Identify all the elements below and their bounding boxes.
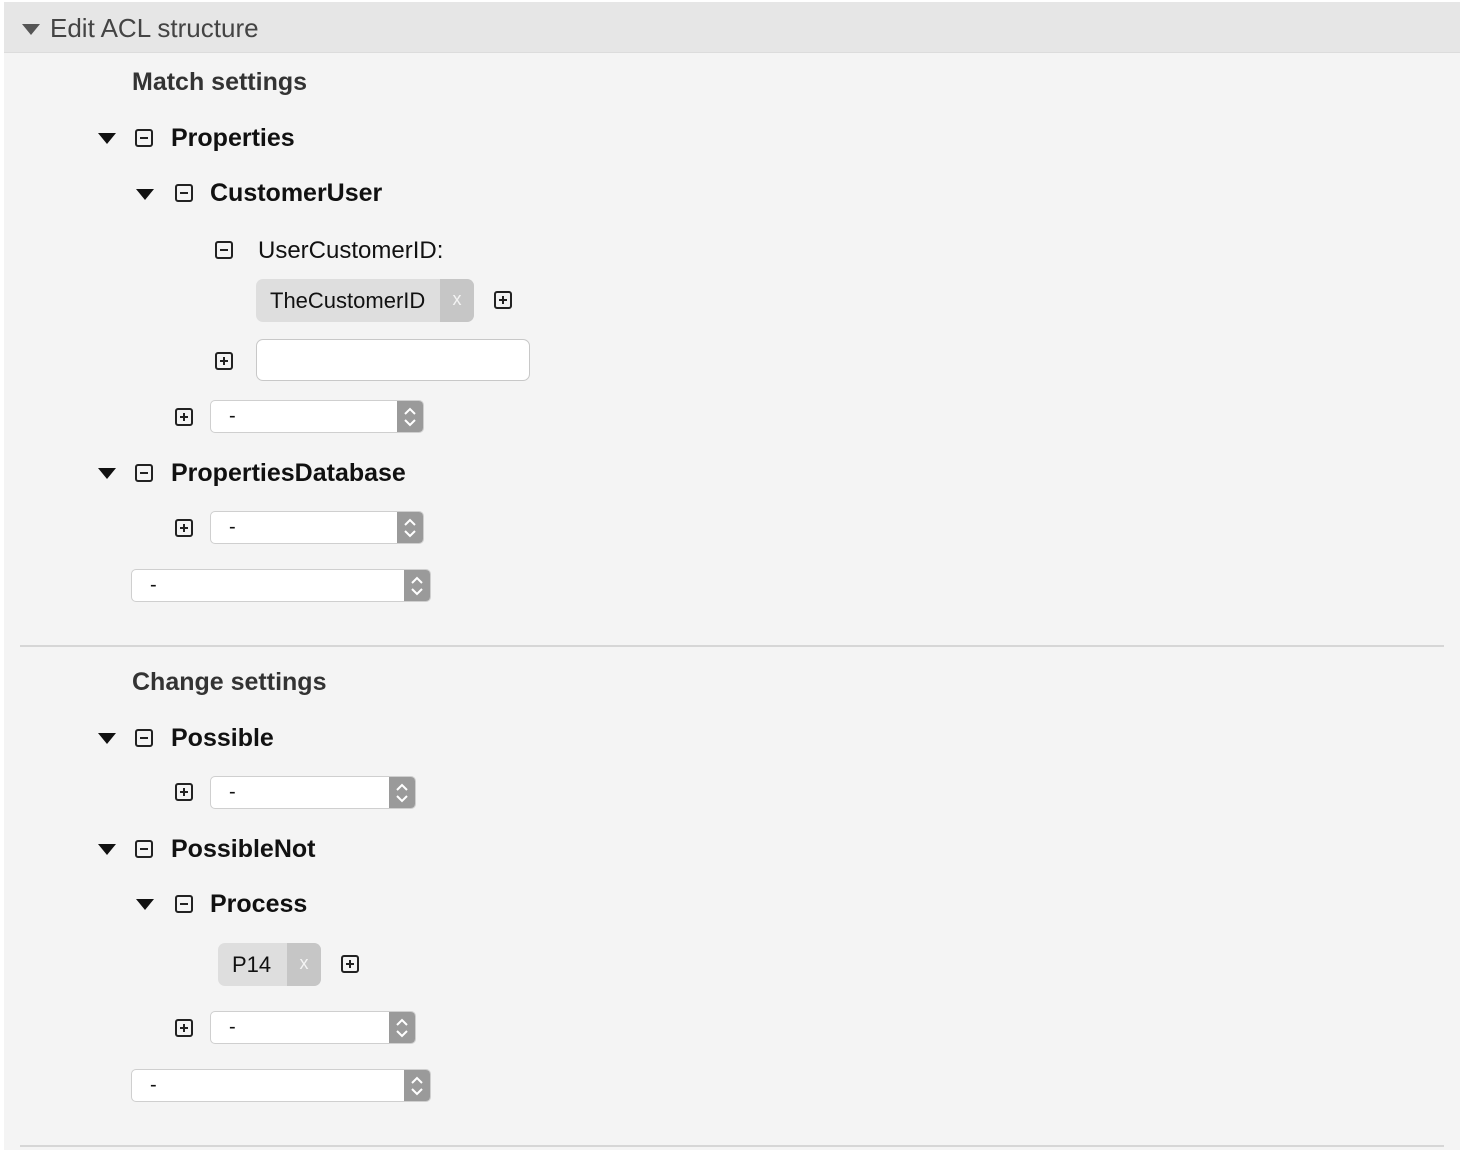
acl-structure-panel: Edit ACL structure Match settings Proper… bbox=[4, 2, 1460, 1150]
possiblenot-remove-icon[interactable] bbox=[135, 840, 153, 858]
change-section-select[interactable]: - bbox=[131, 1069, 431, 1102]
process-collapse-triangle-icon[interactable] bbox=[136, 899, 154, 910]
change-settings-title: Change settings bbox=[132, 668, 327, 696]
customeruser-collapse-triangle-icon[interactable] bbox=[136, 189, 154, 200]
collapse-triangle-icon[interactable] bbox=[22, 24, 40, 35]
value-tag-thecustomerid: TheCustomerID x bbox=[256, 279, 474, 322]
select-value: - bbox=[229, 1016, 236, 1038]
tag-remove-button[interactable]: x bbox=[440, 279, 474, 322]
usercustomerid-label: UserCustomerID: bbox=[258, 237, 444, 264]
select-value: - bbox=[229, 781, 236, 803]
add-element-icon[interactable] bbox=[175, 1019, 193, 1037]
add-element-icon[interactable] bbox=[175, 783, 193, 801]
match-settings-title: Match settings bbox=[132, 68, 308, 96]
possiblenot-collapse-triangle-icon[interactable] bbox=[98, 844, 116, 855]
propertiesdatabase-collapse-triangle-icon[interactable] bbox=[98, 468, 116, 479]
value-tag-p14: P14 x bbox=[218, 943, 321, 986]
customeruser-remove-icon[interactable] bbox=[175, 184, 193, 202]
select-arrows-icon bbox=[397, 401, 423, 432]
properties-collapse-triangle-icon[interactable] bbox=[98, 133, 116, 144]
tag-remove-button[interactable]: x bbox=[287, 943, 321, 986]
possiblenot-label: PossibleNot bbox=[171, 835, 316, 863]
possible-label: Possible bbox=[171, 724, 274, 752]
select-value: - bbox=[229, 405, 236, 427]
new-value-input[interactable] bbox=[256, 339, 530, 381]
propertiesdatabase-element-select[interactable]: - bbox=[210, 511, 424, 544]
match-section-select[interactable]: - bbox=[131, 569, 431, 602]
possible-remove-icon[interactable] bbox=[135, 729, 153, 747]
customeruser-label: CustomerUser bbox=[210, 179, 383, 207]
section-divider bbox=[20, 1145, 1444, 1147]
possiblenot-element-select[interactable]: - bbox=[210, 1011, 416, 1044]
usercustomerid-remove-icon[interactable] bbox=[215, 241, 233, 259]
add-value-icon[interactable] bbox=[341, 955, 359, 973]
propertiesdatabase-label: PropertiesDatabase bbox=[171, 459, 406, 487]
customeruser-element-select[interactable]: - bbox=[210, 400, 424, 433]
add-value-icon[interactable] bbox=[494, 291, 512, 309]
select-arrows-icon bbox=[404, 1070, 430, 1101]
select-value: - bbox=[150, 574, 157, 596]
panel-title: Edit ACL structure bbox=[50, 13, 259, 43]
properties-label: Properties bbox=[171, 124, 295, 152]
add-element-icon[interactable] bbox=[175, 519, 193, 537]
select-value: - bbox=[229, 516, 236, 538]
add-element-icon[interactable] bbox=[175, 408, 193, 426]
section-divider bbox=[20, 645, 1444, 647]
tag-text: P14 bbox=[232, 952, 272, 977]
select-arrows-icon bbox=[389, 1012, 415, 1043]
possible-element-select[interactable]: - bbox=[210, 776, 416, 809]
process-remove-icon[interactable] bbox=[175, 895, 193, 913]
select-arrows-icon bbox=[389, 777, 415, 808]
panel-header[interactable]: Edit ACL structure bbox=[4, 2, 1460, 53]
possible-collapse-triangle-icon[interactable] bbox=[98, 733, 116, 744]
select-arrows-icon bbox=[404, 570, 430, 601]
add-key-icon[interactable] bbox=[215, 352, 233, 370]
tag-text: TheCustomerID bbox=[270, 288, 426, 313]
select-arrows-icon bbox=[397, 512, 423, 543]
propertiesdatabase-remove-icon[interactable] bbox=[135, 464, 153, 482]
select-value: - bbox=[150, 1074, 157, 1096]
properties-remove-icon[interactable] bbox=[135, 129, 153, 147]
process-label: Process bbox=[210, 890, 308, 918]
